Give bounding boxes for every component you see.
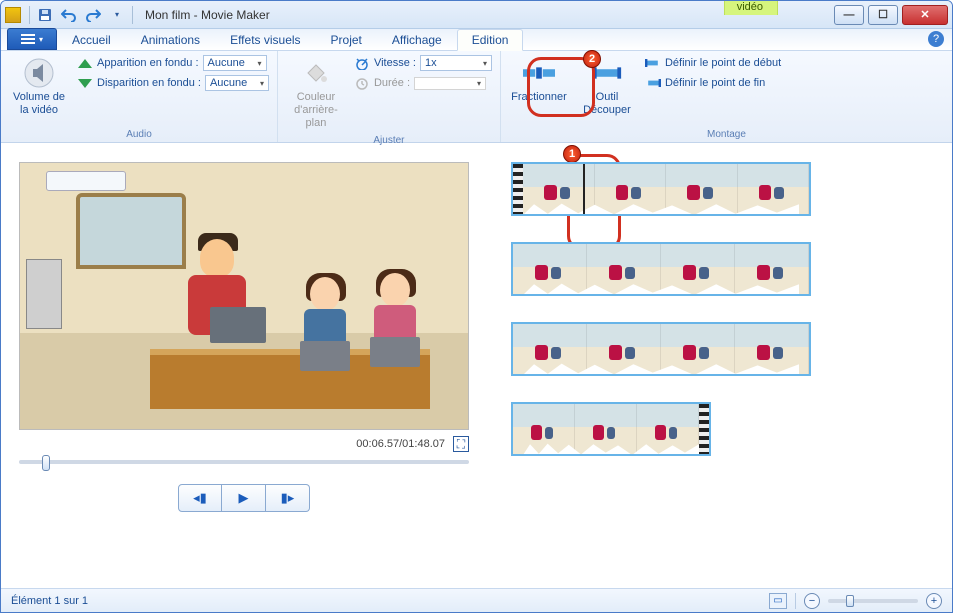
play-button[interactable]: ▶: [222, 484, 266, 512]
file-menu-button[interactable]: [7, 28, 57, 50]
group-label-audio: Audio: [9, 127, 269, 140]
fade-in-icon: [77, 55, 93, 71]
ribbon-group-audio: Volume de la vidéo Apparition en fondu :…: [1, 51, 278, 142]
timeline-clip[interactable]: [511, 162, 811, 216]
vitesse-dropdown[interactable]: 1x: [420, 55, 492, 71]
fractionner-button[interactable]: Fractionner: [509, 55, 569, 106]
status-element-count: Élément 1 sur 1: [11, 595, 88, 607]
zoom-out-button[interactable]: −: [804, 593, 820, 609]
fullscreen-icon[interactable]: ⛶: [453, 436, 469, 452]
speed-icon: [354, 55, 370, 71]
seek-bar[interactable]: [19, 460, 469, 464]
redo-icon[interactable]: [82, 5, 104, 25]
prev-frame-button[interactable]: ◂▮: [178, 484, 222, 512]
volume-button[interactable]: Volume de la vidéo: [9, 55, 69, 119]
ribbon: Volume de la vidéo Apparition en fondu :…: [1, 51, 952, 143]
timeline-clip[interactable]: [511, 322, 811, 376]
disparition-label: Disparition en fondu :: [97, 77, 201, 89]
speaker-icon: [23, 57, 55, 89]
ribbon-tabs: Accueil Animations Effets visuels Projet…: [1, 29, 952, 51]
next-frame-button[interactable]: ▮▸: [266, 484, 310, 512]
window-title: Mon film - Movie Maker: [145, 8, 270, 22]
playhead[interactable]: [583, 162, 585, 216]
split-icon: [523, 57, 555, 89]
vitesse-label: Vitesse :: [374, 57, 416, 69]
quick-access-toolbar: ▾: [34, 5, 128, 25]
apparition-dropdown[interactable]: Aucune: [203, 55, 267, 71]
fractionner-label: Fractionner: [511, 91, 567, 104]
seek-thumb[interactable]: [42, 455, 50, 471]
annotation-badge-2: 2: [583, 50, 601, 68]
content-area: 00:06.57/01:48.07 ⛶ ◂▮ ▶ ▮▸: [1, 144, 952, 588]
tab-accueil[interactable]: Accueil: [57, 29, 126, 50]
background-color-button: Couleur d'arrière-plan: [286, 55, 346, 133]
timeline-clip[interactable]: [511, 242, 811, 296]
contextual-tab-label: Outils vidéo: [724, 0, 778, 15]
statusbar: Élément 1 sur 1 ▭ − +: [1, 588, 952, 612]
paint-bucket-icon: [300, 57, 332, 89]
tab-projet[interactable]: Projet: [316, 29, 377, 50]
group-label-montage: Montage: [509, 127, 944, 140]
minimize-button[interactable]: —: [834, 5, 864, 25]
vitesse-row: Vitesse : 1x: [354, 55, 492, 71]
preview-frame: [19, 162, 469, 430]
titlebar: ▾ Mon film - Movie Maker Outils vidéo — …: [1, 1, 952, 29]
help-icon[interactable]: ?: [928, 31, 944, 47]
set-start-icon: [645, 55, 661, 71]
apparition-label: Apparition en fondu :: [97, 57, 199, 69]
duree-label: Durée :: [374, 77, 410, 89]
bgcolor-label: Couleur d'arrière-plan: [288, 91, 344, 131]
disparition-dropdown[interactable]: Aucune: [205, 75, 269, 91]
point-debut-label: Définir le point de début: [665, 57, 781, 69]
disparition-row: Disparition en fondu : Aucune: [77, 75, 269, 91]
point-fin-button[interactable]: Définir le point de fin: [645, 75, 781, 91]
point-debut-button[interactable]: Définir le point de début: [645, 55, 781, 71]
preview-pane: 00:06.57/01:48.07 ⛶ ◂▮ ▶ ▮▸: [1, 144, 501, 588]
zoom-slider[interactable]: [828, 599, 918, 603]
playback-controls: ◂▮ ▶ ▮▸: [19, 484, 469, 512]
app-icon: [5, 7, 21, 23]
duree-dropdown: [414, 77, 486, 90]
zoom-thumb[interactable]: [846, 595, 854, 607]
timeline-clip[interactable]: [511, 402, 711, 456]
point-fin-label: Définir le point de fin: [665, 77, 765, 89]
save-icon[interactable]: [34, 5, 56, 25]
tab-affichage[interactable]: Affichage: [377, 29, 457, 50]
ribbon-group-montage: Fractionner Outil Découper Définir le po…: [501, 51, 952, 142]
tab-animations[interactable]: Animations: [126, 29, 215, 50]
ribbon-group-ajuster: Couleur d'arrière-plan Vitesse : 1x: [278, 51, 501, 142]
tab-effets[interactable]: Effets visuels: [215, 29, 315, 50]
qat-dropdown-icon[interactable]: ▾: [106, 5, 128, 25]
zoom-in-button[interactable]: +: [926, 593, 942, 609]
timeline-pane[interactable]: [501, 144, 952, 588]
set-end-icon: [645, 75, 661, 91]
apparition-row: Apparition en fondu : Aucune: [77, 55, 269, 71]
view-toggle-button[interactable]: ▭: [769, 593, 787, 609]
decouper-label: Outil Découper: [579, 91, 635, 117]
tab-edition[interactable]: Edition: [457, 29, 524, 51]
maximize-button[interactable]: ☐: [868, 5, 898, 25]
close-button[interactable]: ✕: [902, 5, 948, 25]
undo-icon[interactable]: [58, 5, 80, 25]
volume-label: Volume de la vidéo: [11, 91, 67, 117]
playback-time: 00:06.57/01:48.07: [356, 438, 445, 450]
fade-out-icon: [77, 75, 93, 91]
clock-icon: [354, 75, 370, 91]
duree-row: Durée :: [354, 75, 492, 91]
